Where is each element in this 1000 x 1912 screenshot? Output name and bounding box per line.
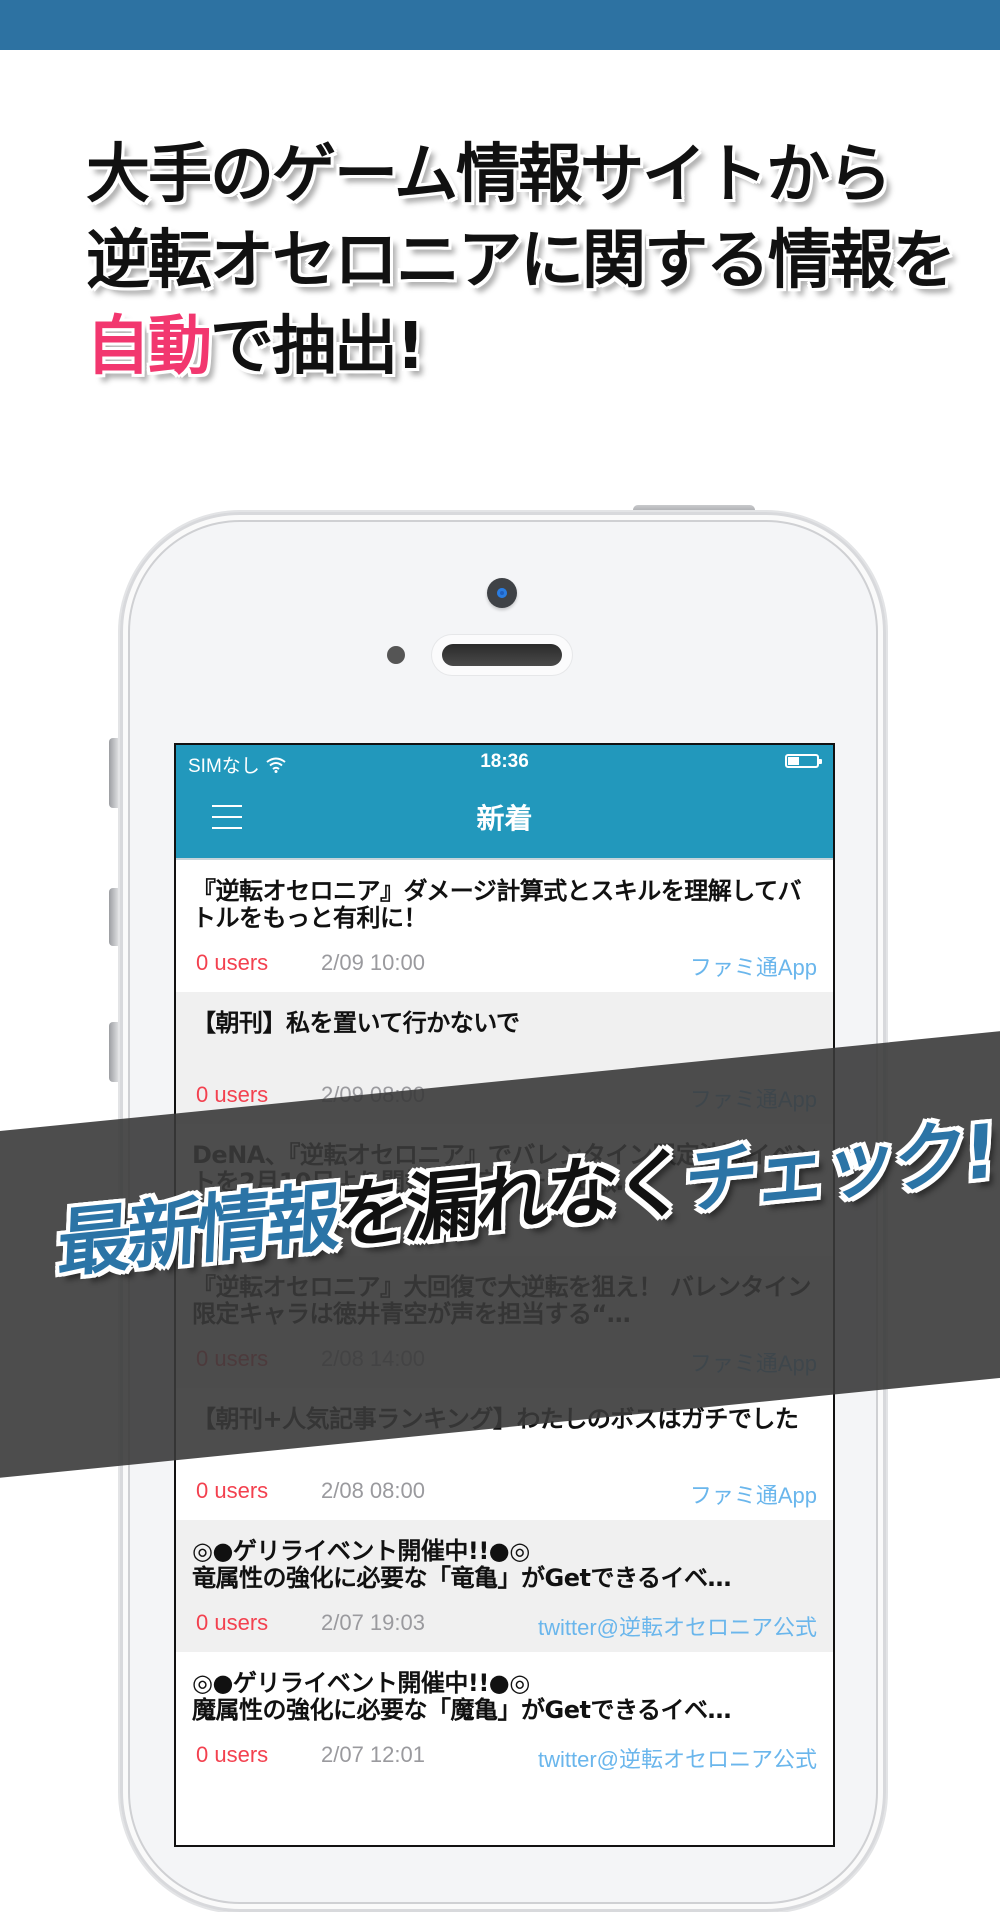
article-users: 0 users [196, 1742, 269, 1767]
article-date: 2/07 19:03 [321, 1610, 425, 1635]
article-title: ◎●ゲリライベント開催中!!●◎ 竜属性の強化に必要な「竜亀」がGetできるイベ… [192, 1538, 731, 1592]
article-users: 0 users [196, 1082, 269, 1107]
headline-line-3-rest: で抽出! [210, 310, 425, 384]
battery-icon [785, 754, 822, 768]
article-row[interactable]: 『逆転オセロニア』ダメージ計算式とスキルを理解してバトルをもっと有利に！ 0 us… [176, 860, 833, 992]
article-source[interactable]: ファミ通App [690, 1478, 817, 1510]
article-meta: 0 users 2/08 08:00 ファミ通App [196, 1478, 817, 1508]
phone-volume-down-button [109, 1022, 119, 1082]
article-row[interactable]: ◎●ゲリライベント開催中!!●◎ 魔属性の強化に必要な「魔亀」がGetできるイベ… [176, 1652, 833, 1784]
article-title: ◎●ゲリライベント開催中!!●◎ 魔属性の強化に必要な「魔亀」がGetできるイベ… [192, 1670, 731, 1724]
phone-mute-switch [109, 738, 119, 808]
earpiece-speaker-icon [432, 635, 572, 675]
status-bar: SIMなし 18:36 [176, 745, 833, 777]
article-source[interactable]: twitter@逆転オセロニア公式 [538, 1742, 817, 1774]
article-title: 【朝刊】私を置いて行かないで [192, 1010, 520, 1037]
headline-line-3: 自動で抽出! [86, 304, 954, 390]
article-date: 2/08 08:00 [321, 1478, 425, 1503]
article-date: 2/09 10:00 [321, 950, 425, 975]
article-users: 0 users [196, 950, 269, 975]
headline-line-2: 逆転オセロニアに関する情報を [86, 224, 956, 298]
headline-line-1: 大手のゲーム情報サイトから [86, 138, 892, 212]
article-title: 『逆転オセロニア』ダメージ計算式とスキルを理解してバトルをもっと有利に！ [192, 878, 802, 932]
phone-volume-up-button [109, 888, 119, 946]
front-camera-icon [487, 578, 517, 608]
article-meta: 0 users 2/07 12:01 twitter@逆転オセロニア公式 [196, 1742, 817, 1772]
article-row[interactable]: ◎●ゲリライベント開催中!!●◎ 竜属性の強化に必要な「竜亀」がGetできるイベ… [176, 1520, 833, 1652]
promo-headline: 大手のゲーム情報サイトから 逆転オセロニアに関する情報を 自動で抽出! [86, 132, 956, 390]
article-users: 0 users [196, 1478, 269, 1503]
article-source[interactable]: ファミ通App [690, 950, 817, 982]
article-source[interactable]: twitter@逆転オセロニア公式 [538, 1610, 817, 1642]
top-color-bar [0, 0, 1000, 50]
article-users: 0 users [196, 1610, 269, 1635]
article-meta: 0 users 2/09 10:00 ファミ通App [196, 950, 817, 980]
status-time: 18:36 [480, 751, 529, 772]
nav-bar: 新着 [176, 777, 833, 860]
proximity-sensor-icon [387, 646, 405, 664]
article-meta: 0 users 2/07 19:03 twitter@逆転オセロニア公式 [196, 1610, 817, 1640]
headline-accent: 自動 [86, 310, 212, 384]
nav-title: 新着 [476, 802, 533, 835]
article-date: 2/07 12:01 [321, 1742, 425, 1767]
